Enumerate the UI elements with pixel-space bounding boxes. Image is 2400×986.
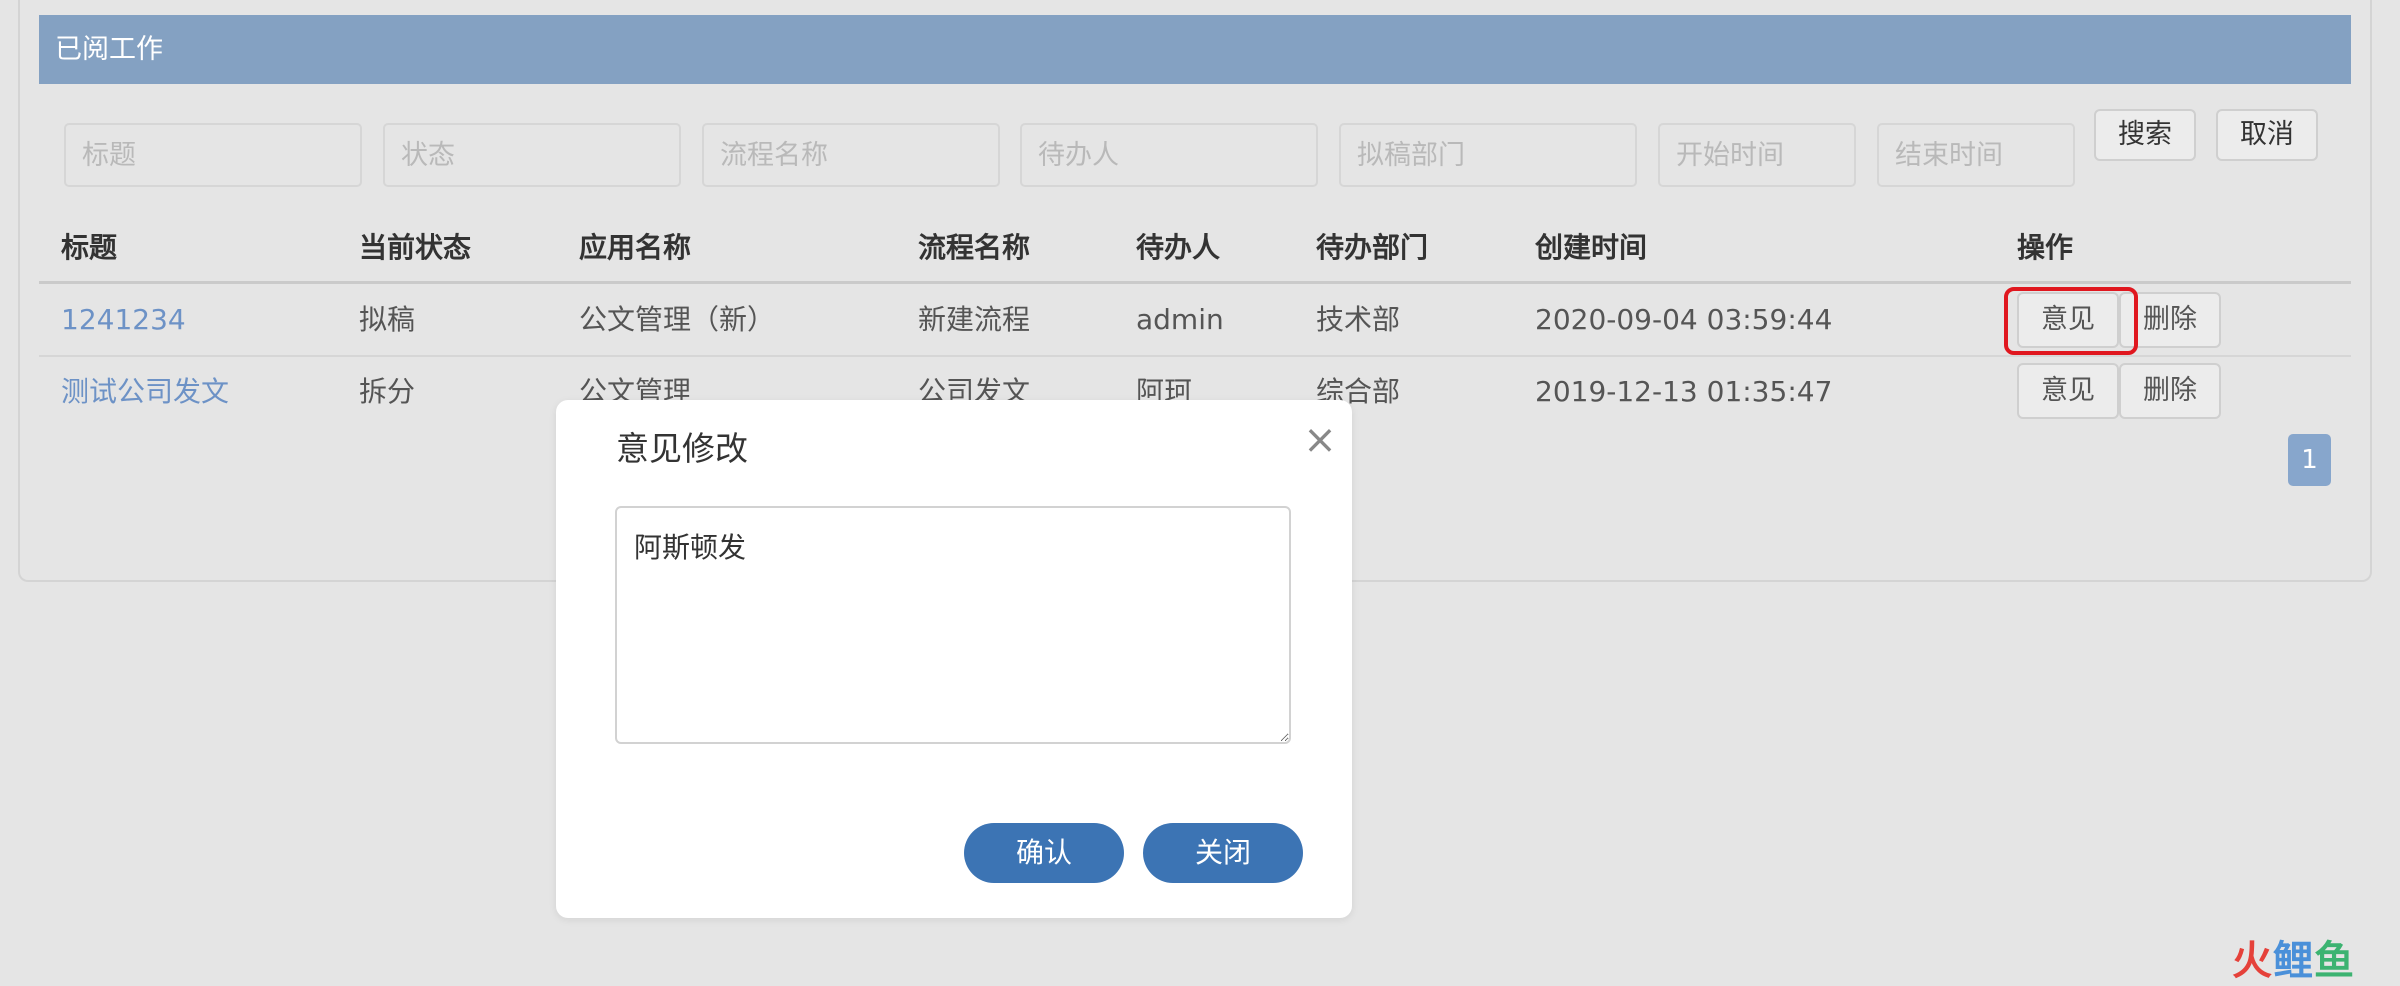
header-divider: [39, 281, 2351, 284]
row-flow: 新建流程: [918, 303, 1031, 336]
row-divider: [39, 355, 2351, 357]
close-icon[interactable]: ×: [1302, 420, 1338, 460]
col-header-title: 标题: [61, 231, 118, 264]
row-app: 公文管理（新）: [579, 303, 776, 336]
end-time-filter-input[interactable]: [1877, 123, 2075, 187]
col-header-assignee: 待办人: [1136, 231, 1221, 264]
watermark-logo: 火鲤鱼: [2232, 936, 2355, 986]
dialog-close-button[interactable]: 关闭: [1143, 823, 1303, 883]
confirm-button[interactable]: 确认: [964, 823, 1124, 883]
watermark-char: 火: [2232, 938, 2273, 984]
flow-name-filter-input[interactable]: [702, 123, 1000, 187]
opinion-edit-dialog: 意见修改 × 阿斯顿发 确认 关闭: [556, 400, 1352, 918]
search-button[interactable]: 搜索: [2094, 109, 2196, 161]
row-title-link[interactable]: 1241234: [61, 300, 186, 340]
row-created: 2019-12-13 01:35:47: [1535, 375, 1833, 408]
row-status: 拟稿: [359, 303, 416, 336]
panel-title: 已阅工作: [39, 15, 2351, 84]
assignee-filter-input[interactable]: [1020, 123, 1318, 187]
row-title-link[interactable]: 测试公司发文: [61, 372, 229, 412]
start-time-filter-input[interactable]: [1658, 123, 1856, 187]
col-header-status: 当前状态: [359, 231, 472, 264]
col-header-actions: 操作: [2017, 231, 2074, 264]
col-header-app: 应用名称: [579, 231, 692, 264]
cancel-button[interactable]: 取消: [2216, 109, 2318, 161]
col-header-created: 创建时间: [1535, 231, 1648, 264]
row-assignee: admin: [1136, 303, 1224, 336]
col-header-dept: 待办部门: [1316, 231, 1429, 264]
status-filter-input[interactable]: [383, 123, 681, 187]
col-header-flow: 流程名称: [918, 231, 1031, 264]
dept-filter-input[interactable]: [1339, 123, 1637, 187]
opinion-button[interactable]: 意见: [2017, 363, 2119, 419]
page-1-button[interactable]: 1: [2288, 434, 2331, 486]
row-created: 2020-09-04 03:59:44: [1535, 303, 1833, 336]
watermark-char: 鲤: [2273, 938, 2314, 984]
row-status: 拆分: [359, 375, 416, 408]
delete-button[interactable]: 删除: [2119, 363, 2221, 419]
watermark-char: 鱼: [2314, 938, 2355, 984]
highlight-box: [2004, 287, 2138, 355]
dialog-title: 意见修改: [616, 429, 748, 468]
opinion-textarea[interactable]: 阿斯顿发: [615, 506, 1291, 744]
row-dept: 技术部: [1316, 303, 1401, 336]
title-filter-input[interactable]: [64, 123, 362, 187]
